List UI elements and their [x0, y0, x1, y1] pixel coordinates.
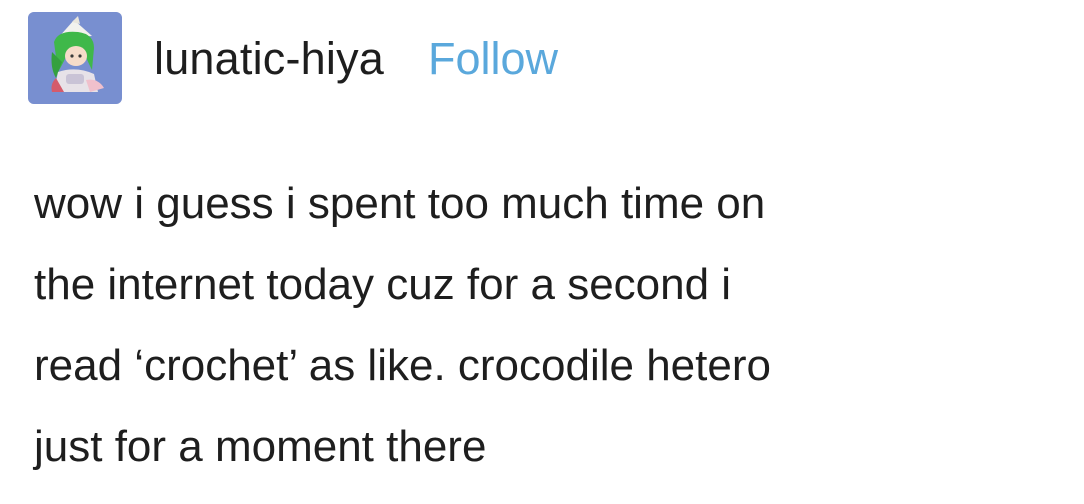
post-body-line: the internet today cuz for a second i	[34, 260, 732, 309]
user-avatar[interactable]	[28, 12, 122, 104]
post-author-username[interactable]: lunatic-hiya	[154, 36, 384, 81]
post-body-line: just for a moment there	[34, 422, 487, 471]
follow-button[interactable]: Follow	[428, 36, 558, 81]
post-body-line: wow i guess i spent too much time on	[34, 179, 766, 228]
anime-girl-avatar-icon	[28, 12, 122, 104]
tumblr-post: lunatic-hiya Follow wow i guess i spent …	[0, 0, 1084, 504]
post-body: wow i guess i spent too much time on the…	[34, 163, 1084, 487]
post-header: lunatic-hiya Follow	[28, 12, 558, 104]
post-body-line: read ‘crochet’ as like. crocodile hetero	[34, 341, 771, 390]
